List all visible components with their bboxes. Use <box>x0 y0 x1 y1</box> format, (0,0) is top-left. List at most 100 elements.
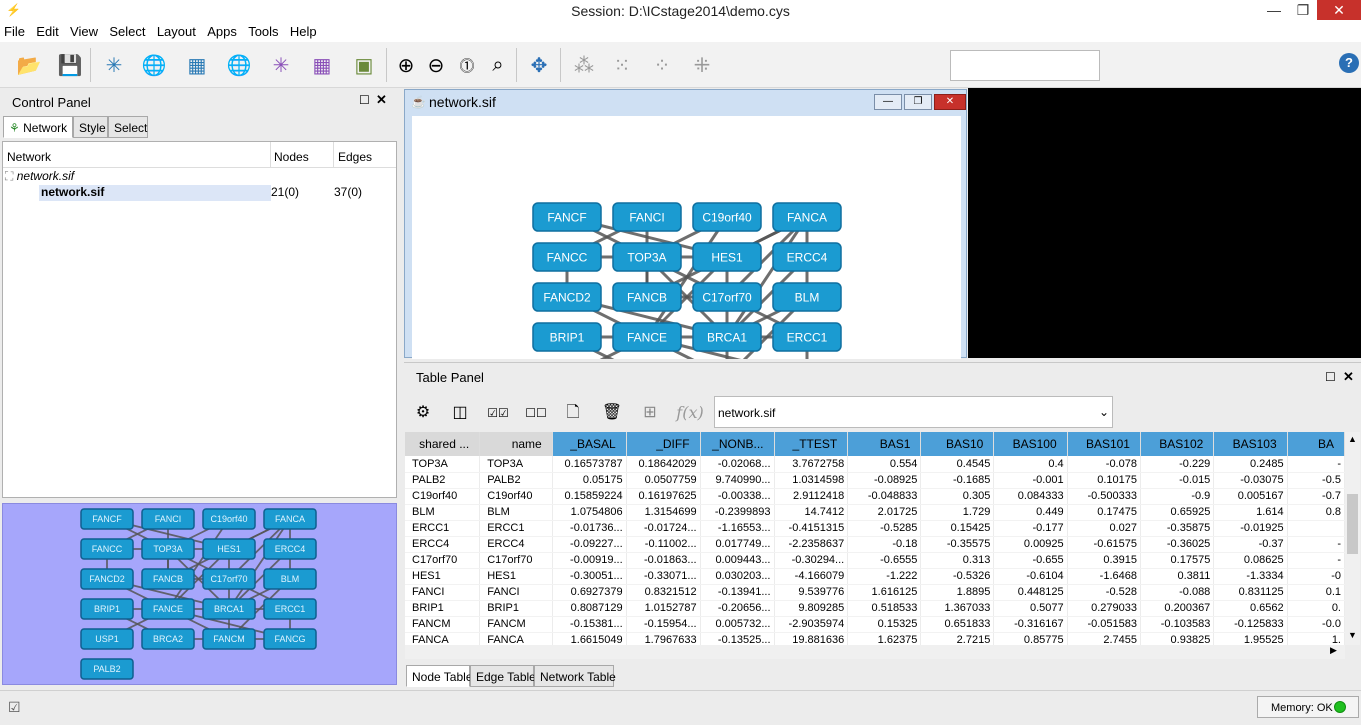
network-node-fancb[interactable]: FANCB <box>612 282 682 312</box>
network-node-fance[interactable]: FANCE <box>141 598 195 620</box>
table-cell[interactable]: -0.35575 <box>920 536 995 553</box>
network-node-fancf[interactable]: FANCF <box>532 202 602 232</box>
table-cell[interactable]: 0.08625 <box>1213 552 1288 569</box>
table-cell[interactable]: 0.518533 <box>847 600 922 617</box>
table-cell[interactable]: -0.11002... <box>626 536 701 553</box>
column-header[interactable]: BA <box>1287 432 1345 456</box>
table-cell[interactable]: 1.0152787 <box>626 600 701 617</box>
tab-network-table[interactable]: Network Table <box>534 665 616 687</box>
tab-node-table[interactable]: Node Table <box>406 665 473 687</box>
table-row[interactable]: C19orf40 C19orf40 0.15859224 0.16197625 -0.0… <box>405 488 1345 505</box>
table-cell[interactable]: -0.5285 <box>847 520 922 537</box>
network-node-fancc[interactable]: FANCC <box>80 538 134 560</box>
network-node-hes1[interactable]: HES1 <box>202 538 256 560</box>
close-panel-icon[interactable]: ✕ <box>376 92 387 108</box>
table-cell[interactable]: ERCC1 <box>479 520 553 537</box>
table-cell[interactable]: 0.030203... <box>700 568 775 585</box>
table-cell[interactable]: 3.7672758 <box>774 456 849 473</box>
column-header[interactable]: _TTEST <box>774 432 849 456</box>
table-cell[interactable]: 0.05175 <box>552 472 627 489</box>
table-cell[interactable]: -0.30051... <box>552 568 627 585</box>
table-cell[interactable]: 0.8 <box>1287 504 1345 521</box>
table-cell[interactable]: 0.17575 <box>1140 552 1215 569</box>
table-cell[interactable]: -0.6104 <box>993 568 1068 585</box>
table-cell[interactable]: 1.3154699 <box>626 504 701 521</box>
table-cell[interactable]: 0.005167 <box>1213 488 1288 505</box>
menu-view[interactable]: View <box>66 22 102 39</box>
network-edge[interactable] <box>228 518 291 610</box>
tab-network[interactable]: ⚘ Network <box>3 116 73 138</box>
table-cell[interactable]: -0.015 <box>1140 472 1215 489</box>
table-row[interactable]: HES1 HES1 -0.30051... -0.33071... 0.030203..… <box>405 568 1345 585</box>
table-cell[interactable]: -0.4151315 <box>774 520 849 537</box>
table-cell[interactable]: -0.0 <box>1287 616 1345 633</box>
table-cell[interactable]: FANCM <box>405 616 481 633</box>
collection-row[interactable]: ⛶ network.sif <box>5 169 74 185</box>
network-node-fancf[interactable]: FANCF <box>80 508 134 530</box>
table-cell[interactable]: -0.1685 <box>920 472 995 489</box>
table-cell[interactable]: 0.448125 <box>993 584 1068 601</box>
table-cell[interactable]: 0.8321512 <box>626 584 701 601</box>
table-cell[interactable]: 14.7412 <box>774 504 849 521</box>
menu-help[interactable]: Help <box>286 22 321 39</box>
table-cell[interactable]: -0.08925 <box>847 472 922 489</box>
table-cell[interactable]: 1.0754806 <box>552 504 627 521</box>
table-cell[interactable]: 0.449 <box>993 504 1068 521</box>
new-column-icon[interactable]: 🗋 <box>561 402 585 424</box>
table-cell[interactable]: 1.62375 <box>847 632 922 645</box>
tab-select[interactable]: Select <box>108 116 148 138</box>
table-cell[interactable]: C17orf70 <box>405 552 481 569</box>
scroll-right-icon[interactable]: ▶ <box>1330 645 1337 656</box>
network-canvas[interactable]: FANCF FANCI C19orf40 FANCA FANCC TOP3A HES1 ERC… <box>412 116 961 359</box>
table-cell[interactable]: -0.20656... <box>700 600 775 617</box>
save-session-icon[interactable]: 💾 <box>56 51 84 79</box>
network-node-fancg[interactable]: FANCG <box>263 628 317 650</box>
table-cell[interactable]: ERCC4 <box>479 536 553 553</box>
column-header[interactable]: BAS1 <box>847 432 922 456</box>
network-node-fancd2[interactable]: FANCD2 <box>532 282 602 312</box>
new-network-from-selection-icon[interactable]: ⁜ <box>688 51 716 79</box>
table-cell[interactable]: -0.33071... <box>626 568 701 585</box>
table-cell[interactable]: HES1 <box>479 568 553 585</box>
birds-eye-view[interactable]: FANCF FANCI C19orf40 FANCA FANCC TOP3A HES1 ERC… <box>2 503 397 685</box>
table-row[interactable]: ERCC1 ERCC1 -0.01736... -0.01724... -1.16553… <box>405 520 1345 537</box>
table-cell[interactable]: BLM <box>405 504 481 521</box>
zoom-selected-icon[interactable]: ⌕ <box>484 51 512 79</box>
table-cell[interactable]: 0.017749... <box>700 536 775 553</box>
table-cell[interactable]: 0.5077 <box>993 600 1068 617</box>
column-header[interactable]: name <box>479 432 553 456</box>
table-cell[interactable]: 0.15859224 <box>552 488 627 505</box>
table-cell[interactable]: 0.4545 <box>920 456 995 473</box>
apply-layout-icon[interactable]: ✥ <box>525 51 553 79</box>
table-cell[interactable]: -0.001 <box>993 472 1068 489</box>
import-network-file-icon[interactable]: ✳ <box>100 51 128 79</box>
table-cell[interactable]: 0.15325 <box>847 616 922 633</box>
table-cell[interactable]: -0.00338... <box>700 488 775 505</box>
table-cell[interactable]: 0.3915 <box>1067 552 1141 569</box>
table-cell[interactable]: -0.051583 <box>1067 616 1141 633</box>
table-cell[interactable]: -0.30294... <box>774 552 849 569</box>
column-header[interactable]: BAS103 <box>1213 432 1288 456</box>
network-node-c19orf40[interactable]: C19orf40 <box>692 202 762 232</box>
table-cell[interactable]: 0.200367 <box>1140 600 1215 617</box>
select-all-columns-icon[interactable]: ☑☑ <box>486 402 510 424</box>
close-network-icon[interactable]: ✕ <box>934 94 966 110</box>
table-cell[interactable]: 0.279033 <box>1067 600 1141 617</box>
table-cell[interactable]: 1.367033 <box>920 600 995 617</box>
network-node-fanca[interactable]: FANCA <box>772 202 842 232</box>
scroll-down-icon[interactable]: ▼ <box>1348 630 1357 640</box>
network-node-ercc1[interactable]: ERCC1 <box>772 322 842 352</box>
table-cell[interactable]: -1.6468 <box>1067 568 1141 585</box>
table-cell[interactable]: 0.00925 <box>993 536 1068 553</box>
network-node-fancb[interactable]: FANCB <box>141 568 195 590</box>
table-cell[interactable]: -1.222 <box>847 568 922 585</box>
tab-style[interactable]: Style <box>73 116 108 138</box>
table-cell[interactable]: -0.6555 <box>847 552 922 569</box>
network-node-fanci[interactable]: FANCI <box>612 202 682 232</box>
table-cell[interactable]: -0.103583 <box>1140 616 1215 633</box>
table-cell[interactable]: 2.7455 <box>1067 632 1141 645</box>
table-cell[interactable]: BRIP1 <box>479 600 553 617</box>
table-cell[interactable]: 1.0314598 <box>774 472 849 489</box>
table-cell[interactable]: BLM <box>479 504 553 521</box>
table-cell[interactable]: 0. <box>1287 600 1345 617</box>
